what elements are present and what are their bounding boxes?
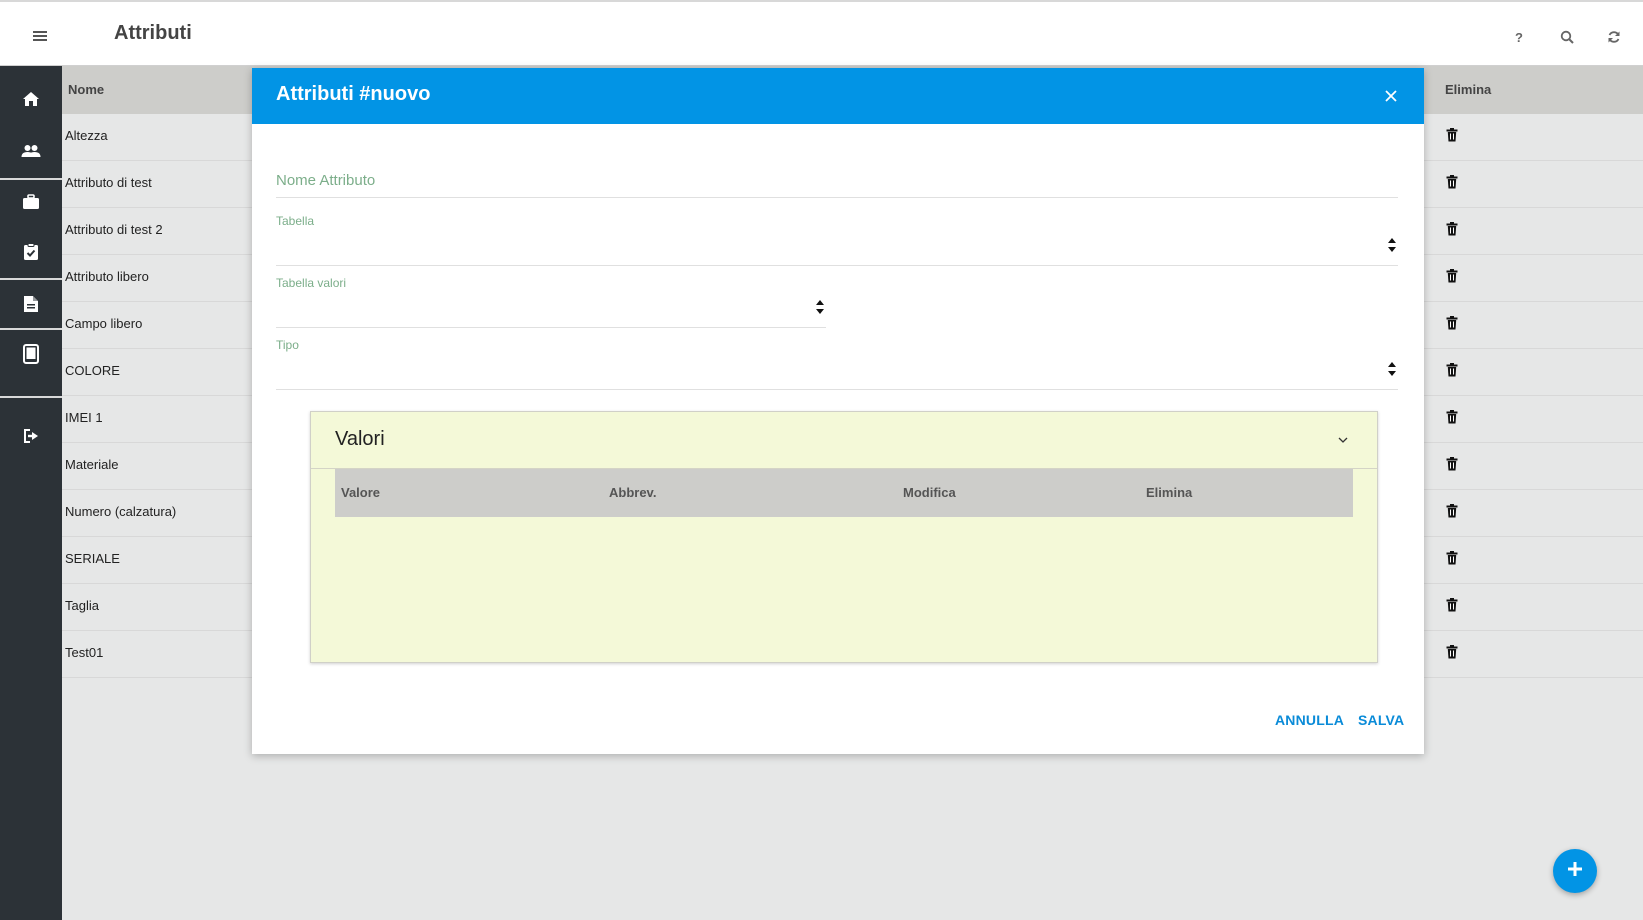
sidebar-item-users[interactable] — [0, 129, 62, 177]
sidebar-item-documents[interactable] — [0, 282, 62, 330]
sidebar-item-tasks[interactable] — [0, 230, 62, 278]
column-header-delete: Elimina — [1445, 82, 1492, 97]
document-icon — [23, 295, 39, 318]
home-icon — [22, 91, 40, 112]
trash-icon[interactable] — [1446, 410, 1462, 426]
valori-table-header: Valore Abbrev. Modifica Elimina — [335, 469, 1353, 517]
attribute-name: Attributo libero — [65, 269, 149, 284]
cancel-button[interactable]: ANNULLA — [1275, 712, 1344, 728]
select-arrows-icon — [816, 300, 824, 319]
attribute-name: Attributo di test 2 — [65, 222, 163, 237]
dialog-title: Attributi #nuovo — [276, 83, 431, 105]
tabella-select[interactable]: Tabella — [276, 214, 1398, 266]
chevron-down-icon[interactable] — [1333, 430, 1353, 450]
sidebar — [0, 66, 62, 920]
select-arrows-icon — [1388, 362, 1396, 381]
sidebar-item-logout[interactable] — [0, 414, 62, 462]
top-bar: Attributi ? — [0, 0, 1643, 66]
clipboard-check-icon — [23, 242, 39, 266]
attribute-name: Taglia — [65, 598, 99, 613]
trash-icon[interactable] — [1446, 269, 1462, 285]
page-title: Attributi — [114, 22, 192, 44]
briefcase-icon — [22, 193, 40, 215]
logout-icon — [23, 428, 39, 448]
help-icon[interactable]: ? — [1506, 24, 1532, 50]
attribute-name: Numero (calzatura) — [65, 504, 177, 519]
attribute-name: SERIALE — [65, 551, 120, 566]
tipo-select[interactable]: Tipo — [276, 338, 1398, 390]
save-button[interactable]: SALVA — [1358, 712, 1404, 728]
trash-icon[interactable] — [1446, 645, 1462, 661]
new-attribute-dialog: Attributi #nuovo Tabella Tabella valori … — [252, 68, 1424, 754]
sidebar-item-devices[interactable] — [0, 332, 62, 380]
plus-icon — [1568, 861, 1582, 881]
valori-title: Valori — [335, 428, 385, 450]
trash-icon[interactable] — [1446, 363, 1462, 379]
column-header-abbrev: Abbrev. — [609, 485, 657, 500]
menu-icon[interactable] — [26, 22, 54, 50]
nome-attributo-input[interactable] — [276, 164, 1398, 198]
attribute-name: Campo libero — [65, 316, 143, 331]
attribute-name: COLORE — [65, 363, 120, 378]
attribute-name: Altezza — [65, 128, 108, 143]
trash-icon[interactable] — [1446, 128, 1462, 144]
tabella-valori-select[interactable]: Tabella valori — [276, 276, 826, 328]
sidebar-divider — [0, 328, 62, 330]
trash-icon[interactable] — [1446, 175, 1462, 191]
column-header-name: Nome — [68, 82, 105, 97]
trash-icon[interactable] — [1446, 222, 1462, 238]
sidebar-divider — [0, 278, 62, 280]
search-icon[interactable] — [1554, 24, 1580, 50]
tabella-valori-label: Tabella valori — [276, 276, 347, 290]
close-icon[interactable] — [1380, 85, 1402, 107]
trash-icon[interactable] — [1446, 316, 1462, 332]
tipo-label: Tipo — [276, 338, 299, 352]
attribute-name: Test01 — [65, 645, 104, 660]
select-arrows-icon — [1388, 238, 1396, 257]
refresh-icon[interactable] — [1601, 24, 1627, 50]
users-icon — [21, 144, 41, 163]
sidebar-item-briefcase[interactable] — [0, 180, 62, 228]
column-header-valore: Valore — [341, 485, 381, 500]
attribute-name: Attributo di test — [65, 175, 152, 190]
column-header-elimina: Elimina — [1146, 485, 1193, 500]
attribute-name: Materiale — [65, 457, 119, 472]
tablet-icon — [23, 343, 39, 369]
valori-panel: Valori Valore Abbrev. Modifica Elimina — [310, 411, 1378, 663]
dialog-header: Attributi #nuovo — [252, 68, 1424, 124]
tabella-label: Tabella — [276, 214, 315, 228]
column-header-modifica: Modifica — [903, 485, 956, 500]
trash-icon[interactable] — [1446, 457, 1462, 473]
sidebar-item-home[interactable] — [0, 77, 62, 125]
trash-icon[interactable] — [1446, 504, 1462, 520]
trash-icon[interactable] — [1446, 551, 1462, 567]
attribute-name: IMEI 1 — [65, 410, 103, 425]
add-button[interactable] — [1553, 849, 1597, 893]
trash-icon[interactable] — [1446, 598, 1462, 614]
sidebar-divider — [0, 396, 62, 398]
